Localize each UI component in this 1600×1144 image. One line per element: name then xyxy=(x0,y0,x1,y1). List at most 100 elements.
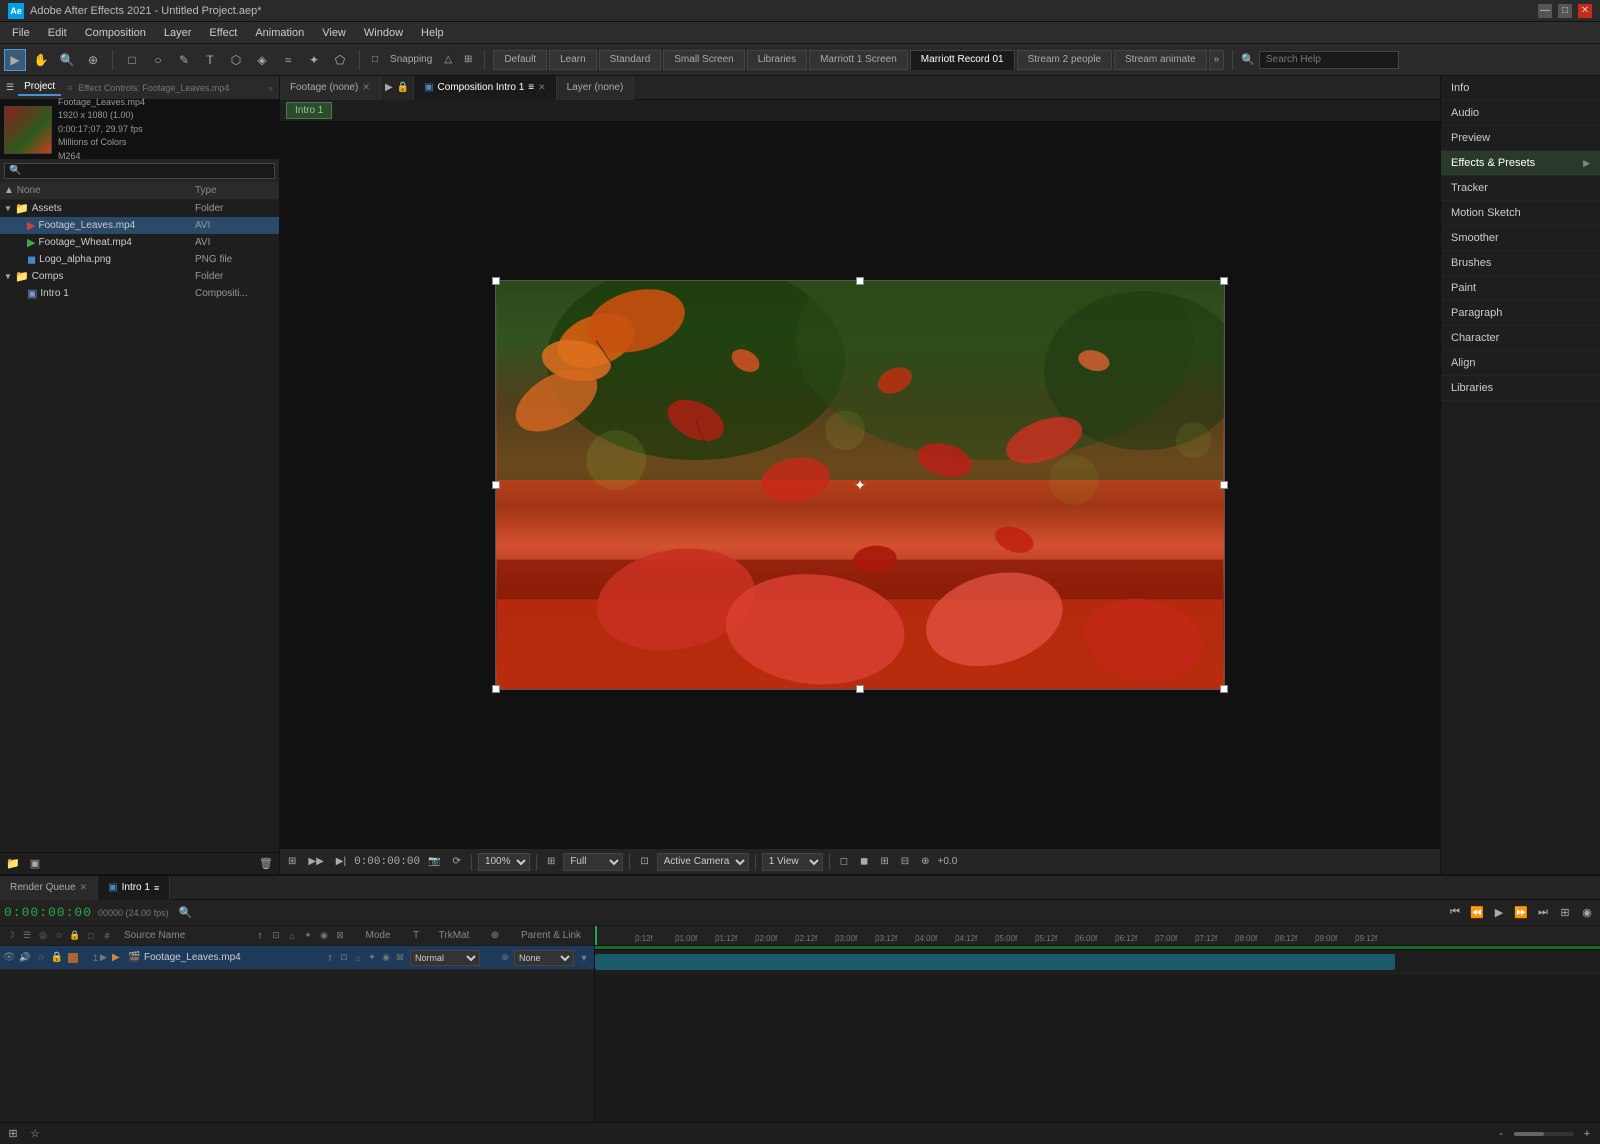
render-queue-tab[interactable]: Render Queue ✕ xyxy=(0,876,98,900)
panel-menu-icon[interactable]: » xyxy=(268,83,273,93)
rpanel-tracker[interactable]: Tracker xyxy=(1441,176,1600,201)
layer-solo-toggle[interactable]: ☆ xyxy=(34,951,48,965)
minimize-button[interactable]: — xyxy=(1538,4,1552,18)
tool-ellipse-mask[interactable]: ○ xyxy=(147,49,169,71)
ws-tab-learn[interactable]: Learn xyxy=(549,50,597,70)
tool-camera-orbit[interactable]: ⊕ xyxy=(82,49,104,71)
layer-visibility-toggle[interactable]: 👁 xyxy=(2,951,16,965)
rpanel-preview[interactable]: Preview xyxy=(1441,126,1600,151)
layer-fx-icon[interactable]: f xyxy=(324,952,336,964)
menu-help[interactable]: Help xyxy=(413,25,452,41)
rpanel-motion-sketch[interactable]: Motion Sketch xyxy=(1441,201,1600,226)
layer-motion-icon[interactable]: ⌂ xyxy=(352,952,364,964)
intro1-subtab[interactable]: Intro 1 xyxy=(286,102,332,119)
viewer-btn-grid[interactable]: ⊞ xyxy=(543,855,559,868)
layer-3d-icon[interactable]: ⊠ xyxy=(394,952,406,964)
viewer-btn-box2[interactable]: ◼ xyxy=(856,855,872,868)
tool-pen[interactable]: ✎ xyxy=(173,49,195,71)
viewer-btn-screen[interactable]: ⊡ xyxy=(636,855,652,868)
handle-tm[interactable] xyxy=(856,277,864,285)
layer-row[interactable]: 👁 🔊 ☆ 🔒 1 ▶ ▶ 🎬 Footage_Leaves.mp4 f ⊡ ⌂ xyxy=(0,946,594,970)
rpanel-libraries[interactable]: Libraries xyxy=(1441,376,1600,401)
tool-hand[interactable]: ✋ xyxy=(30,49,52,71)
menu-file[interactable]: File xyxy=(4,25,38,41)
handle-rm[interactable] xyxy=(1220,481,1228,489)
rpanel-paragraph[interactable]: Paragraph xyxy=(1441,301,1600,326)
list-item[interactable]: ▶ Footage_Wheat.mp4 AVI xyxy=(0,234,279,251)
intro1-timeline-tab[interactable]: ▣ Intro 1 ≡ xyxy=(98,876,170,900)
delete-button[interactable]: 🗑 xyxy=(257,855,275,873)
zoom-select[interactable]: 100% 50% 200% xyxy=(478,853,530,871)
rpanel-paint[interactable]: Paint xyxy=(1441,276,1600,301)
list-item[interactable]: ▼ 📁 Assets Folder xyxy=(0,200,279,217)
ws-tab-more[interactable]: » xyxy=(1209,50,1225,70)
tl-bottom-solo[interactable]: ☆ xyxy=(26,1125,44,1143)
tl-bottom-new-comp[interactable]: ⊞ xyxy=(4,1125,22,1143)
viewer-btn-plus[interactable]: ⊕ xyxy=(917,855,933,868)
menu-effect[interactable]: Effect xyxy=(201,25,245,41)
layer-expand-arrow[interactable]: ▶ xyxy=(100,952,110,963)
tool-rect-mask[interactable]: □ xyxy=(121,49,143,71)
handle-bl[interactable] xyxy=(492,685,500,693)
layer-lock-toggle[interactable]: 🔒 xyxy=(50,951,64,965)
composition-tab[interactable]: ▣ Composition Intro 1 ≡ ✕ xyxy=(414,76,557,100)
menu-edit[interactable]: Edit xyxy=(40,25,75,41)
tl-btn-end[interactable]: ⏭ xyxy=(1534,904,1552,922)
handle-tr[interactable] xyxy=(1220,277,1228,285)
tool-zoom[interactable]: 🔍 xyxy=(56,49,78,71)
layer-effects-icon[interactable]: ✦ xyxy=(366,952,378,964)
ws-tab-standard[interactable]: Standard xyxy=(599,50,662,70)
project-tab[interactable]: Project xyxy=(18,79,61,96)
layer-audio-toggle[interactable]: 🔊 xyxy=(18,951,32,965)
ws-tab-marriott-record[interactable]: Marriott Record 01 xyxy=(910,50,1015,70)
layer-track-bar[interactable] xyxy=(595,954,1395,970)
list-item[interactable]: ▼ 📁 Comps Folder xyxy=(0,268,279,285)
tl-search-btn[interactable]: 🔍 xyxy=(177,904,195,922)
ws-tab-marriott1[interactable]: Marriott 1 Screen xyxy=(809,50,908,70)
tool-select[interactable]: ▶ xyxy=(4,49,26,71)
comp-tab-close[interactable]: ✕ xyxy=(538,82,546,93)
rpanel-smoother[interactable]: Smoother xyxy=(1441,226,1600,251)
ws-tab-stream2[interactable]: Stream 2 people xyxy=(1017,50,1112,70)
quality-select[interactable]: Full Half Quarter xyxy=(563,853,623,871)
list-item[interactable]: ◼ Logo_alpha.png PNG file xyxy=(0,251,279,268)
zoom-slider[interactable] xyxy=(1514,1132,1574,1136)
tl-btn-play[interactable]: ▶ xyxy=(1490,904,1508,922)
ws-tab-small-screen[interactable]: Small Screen xyxy=(663,50,744,70)
layer-tab[interactable]: Layer (none) xyxy=(557,76,635,100)
viewer-btn-step[interactable]: ▶| xyxy=(332,855,350,868)
viewer-btn-play[interactable]: ▶▶ xyxy=(304,855,327,868)
render-queue-close[interactable]: ✕ xyxy=(80,882,88,893)
viewer-btn-box1[interactable]: ◻ xyxy=(836,855,852,868)
layer-parent-select[interactable]: None xyxy=(514,950,574,966)
tool-clone[interactable]: ◈ xyxy=(251,49,273,71)
viewer-btn-cam[interactable]: 📷 xyxy=(424,855,444,868)
list-item[interactable]: ▣ Intro 1 Compositi... xyxy=(0,285,279,302)
tl-bottom-zoom-out[interactable]: - xyxy=(1492,1125,1510,1143)
tool-puppet[interactable]: ⬠ xyxy=(329,49,351,71)
new-folder-button[interactable]: 📁 xyxy=(4,855,22,873)
tool-brush[interactable]: ⬡ xyxy=(225,49,247,71)
view-count-select[interactable]: 1 View 2 Views 4 Views xyxy=(762,853,823,871)
tl-btn-next-frame[interactable]: ⏩ xyxy=(1512,904,1530,922)
ws-tab-default[interactable]: Default xyxy=(493,50,547,70)
menu-animation[interactable]: Animation xyxy=(247,25,312,41)
window-controls[interactable]: — □ ✕ xyxy=(1538,4,1592,18)
tl-btn-beginning[interactable]: ⏮ xyxy=(1446,904,1464,922)
rpanel-audio[interactable]: Audio xyxy=(1441,101,1600,126)
tool-text[interactable]: T xyxy=(199,49,221,71)
menu-composition[interactable]: Composition xyxy=(77,25,154,41)
tool-roto-brush[interactable]: ✦ xyxy=(303,49,325,71)
layer-label[interactable] xyxy=(68,953,78,963)
tl-bottom-zoom-in[interactable]: + xyxy=(1578,1125,1596,1143)
viewer-btn-box4[interactable]: ⊟ xyxy=(897,855,913,868)
handle-lm[interactable] xyxy=(492,481,500,489)
tl-btn-prev-frame[interactable]: ⏪ xyxy=(1468,904,1486,922)
rpanel-brushes[interactable]: Brushes xyxy=(1441,251,1600,276)
tl-btn-preview[interactable]: ◉ xyxy=(1578,904,1596,922)
camera-select[interactable]: Active Camera xyxy=(657,853,749,871)
layer-blend-icon[interactable]: ⊡ xyxy=(338,952,350,964)
tl-btn-ram[interactable]: ⊞ xyxy=(1556,904,1574,922)
viewer-btn-box3[interactable]: ⊞ xyxy=(876,855,892,868)
handle-br[interactable] xyxy=(1220,685,1228,693)
